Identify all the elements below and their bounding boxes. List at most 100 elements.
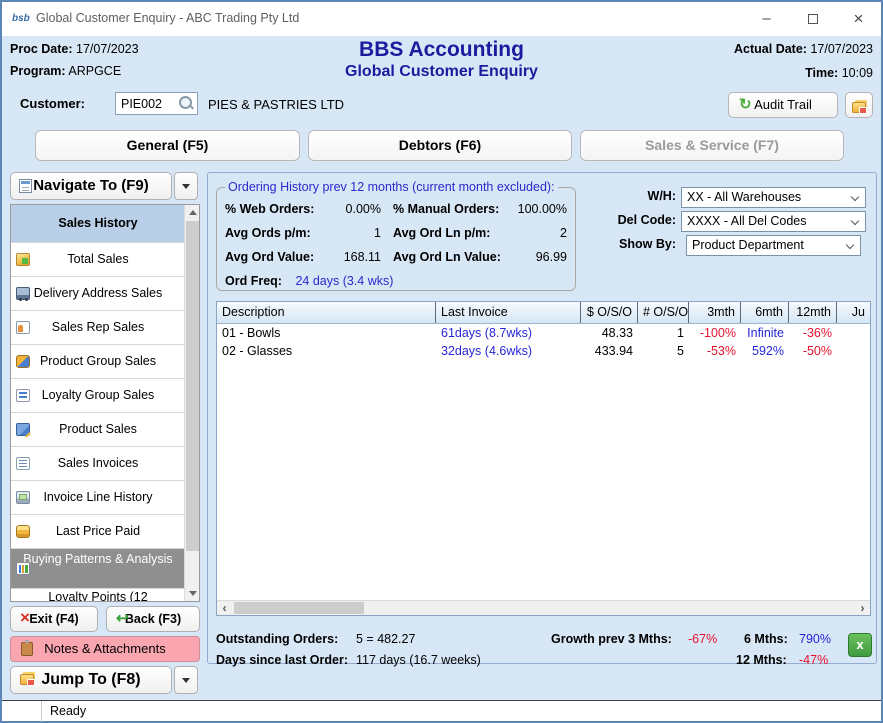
cell-jul [837,324,870,342]
list-item-last-price-paid[interactable]: Last Price Paid [11,515,185,549]
list-item-label: Product Sales [59,422,137,436]
list-item-delivery-address-sales[interactable]: Delivery Address Sales [11,277,185,311]
field-label: Avg Ords p/m: [225,222,323,244]
growth-6mth-value: 790% [799,629,831,649]
column-header-3mth[interactable]: 3mth [689,302,741,323]
list-item-sales-history[interactable]: Sales History [11,205,185,243]
grid-header: Description Last Invoice $ O/S/O # O/S/O… [217,302,870,324]
list-item-product-group-sales[interactable]: Product Group Sales [11,345,185,379]
recycle-icon: ↻ [739,93,752,117]
column-header-count-oso[interactable]: # O/S/O [638,302,689,323]
jump-to-label: Jump To (F8) [41,671,140,688]
loyalty-checklist-icon [16,389,30,402]
list-item-label: Product Group Sales [40,354,156,368]
del-code-label: Del Code: [618,213,676,227]
navigate-dropdown-button[interactable] [174,172,198,200]
list-item-label: Last Price Paid [56,524,140,538]
column-header-jul[interactable]: Ju [837,302,870,323]
days-since-value: 117 days (16.7 weeks) [356,650,481,670]
column-header-last-invoice[interactable]: Last Invoice [436,302,581,323]
customer-search-icon[interactable] [178,95,194,111]
back-label: Back (F3) [125,612,181,626]
list-item-loyalty-points[interactable]: Loyalty Points (12 [11,589,185,601]
cell-oso-count: 1 [638,324,689,342]
minimize-button[interactable]: – [744,2,789,36]
cell-6mth: Infinite [741,324,789,342]
back-arrow-icon: ↩ [116,607,129,631]
growth-3mth-label: Growth prev 3 Mths: [551,629,672,649]
list-item-loyalty-group-sales[interactable]: Loyalty Group Sales [11,379,185,413]
field-value: 100.00% [517,198,567,220]
list-item-label: Delivery Address Sales [34,286,163,300]
summary-row-1: Outstanding Orders: 5 = 482.27 Growth pr… [216,629,870,649]
summary-row-2: Days since last Order: 117 days (16.7 we… [216,650,870,670]
scroll-up-icon[interactable] [185,205,200,220]
table-row[interactable]: 02 - Glasses 32days (4.6wks) 433.94 5 -5… [217,342,870,360]
column-header-12mth[interactable]: 12mth [789,302,837,323]
maximize-button[interactable] [790,2,835,36]
package-icon [16,423,30,436]
actual-date-label: Actual Date: [734,42,807,56]
cell-jul [837,342,870,360]
list-item-total-sales[interactable]: Total Sales [11,243,185,277]
column-header-dollar-oso[interactable]: $ O/S/O [581,302,638,323]
navigate-to-button[interactable]: Navigate To (F9) [10,172,172,200]
ordering-history-row: Avg Ords p/m: 1 Avg Ord Ln p/m: 2 [217,222,575,244]
jump-to-button[interactable]: Jump To (F8) [10,666,172,694]
ordering-history-title: Ordering History prev 12 months (current… [225,180,558,194]
exit-x-icon: × [20,606,30,630]
cell-oso-value: 433.94 [581,342,638,360]
column-header-description[interactable]: Description [217,302,436,323]
field-value: 96.99 [517,246,567,268]
list-item-invoice-line-history[interactable]: Invoice Line History [11,481,185,515]
exit-label: Exit (F4) [29,612,78,626]
field-label: Avg Ord Ln Value: [393,246,517,268]
table-row[interactable]: 01 - Bowls 61days (8.7wks) 48.33 1 -100%… [217,324,870,342]
sales-rep-icon [16,321,30,334]
audit-trail-label: Audit Trail [754,97,812,112]
field-value: 2 [517,222,567,244]
list-item-sales-invoices[interactable]: Sales Invoices [11,447,185,481]
chevron-down-icon [851,193,859,201]
scroll-down-icon[interactable] [185,586,200,601]
show-by-select[interactable]: Product Department [686,235,861,256]
list-scrollbar[interactable] [184,205,199,601]
scrollbar-thumb[interactable] [234,602,364,614]
scrollbar-thumb[interactable] [186,221,199,551]
field-label: % Manual Orders: [393,198,517,220]
del-code-filter: Del Code: XXXX - All Del Codes [608,211,876,232]
list-item-label: Invoice Line History [43,490,152,504]
back-button[interactable]: ↩ Back (F3) [106,606,200,632]
audit-trail-button[interactable]: ↻ Audit Trail [728,92,838,118]
ordering-history-groupbox: Ordering History prev 12 months (current… [216,187,576,291]
scroll-left-icon[interactable]: ‹ [217,601,232,616]
notes-label: Notes & Attachments [44,641,165,656]
tab-debtors[interactable]: Debtors (F6) [308,130,572,161]
warehouse-filter: W/H: XX - All Warehouses [608,187,876,208]
cell-last-invoice: 32days (4.6wks) [436,342,581,360]
tab-general[interactable]: General (F5) [35,130,300,161]
export-excel-button[interactable]: x [848,633,872,657]
ordering-history-row: % Web Orders: 0.00% % Manual Orders: 100… [217,198,575,220]
open-folder-button[interactable] [845,92,873,118]
actual-date-value: 17/07/2023 [810,42,873,56]
horizontal-scrollbar[interactable]: ‹ › [217,600,870,615]
list-item-buying-patterns[interactable]: Buying Patterns & Analysis [11,549,185,589]
warehouse-select[interactable]: XX - All Warehouses [681,187,866,208]
exit-button[interactable]: × Exit (F4) [10,606,98,632]
close-button[interactable]: × [836,2,881,36]
ord-freq-row: Ord Freq: 24 days (3.4 wks) [217,270,575,292]
delivery-truck-icon [16,287,30,300]
customer-label: Customer: [20,96,85,111]
list-item-sales-rep-sales[interactable]: Sales Rep Sales [11,311,185,345]
notes-attachments-button[interactable]: Notes & Attachments [10,636,200,662]
cell-3mth: -100% [689,324,741,342]
scroll-right-icon[interactable]: › [855,601,870,616]
growth-6mth-label: 6 Mths: [744,629,788,649]
product-group-icon [16,355,30,368]
jump-dropdown-button[interactable] [174,666,198,694]
list-item-product-sales[interactable]: Product Sales [11,413,185,447]
del-code-select[interactable]: XXXX - All Del Codes [681,211,866,232]
column-header-6mth[interactable]: 6mth [741,302,789,323]
status-cell [2,701,42,722]
